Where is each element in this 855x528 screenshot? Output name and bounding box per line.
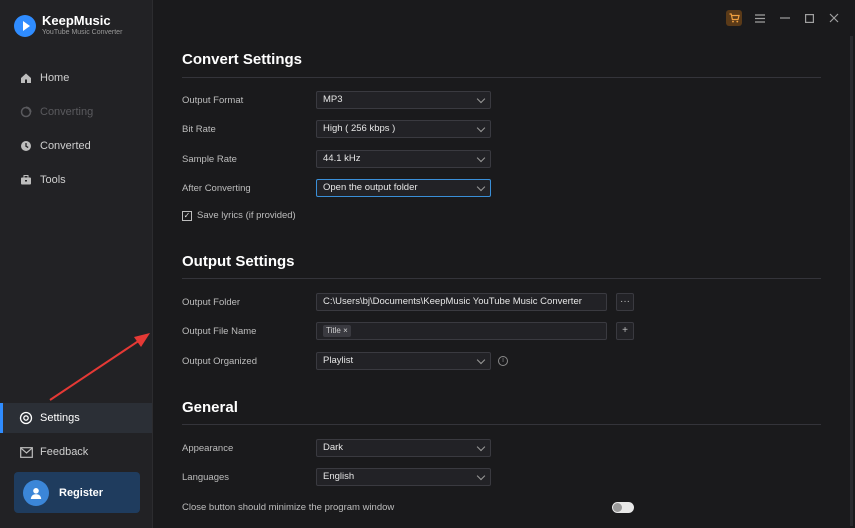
annotation-arrow xyxy=(49,333,150,401)
